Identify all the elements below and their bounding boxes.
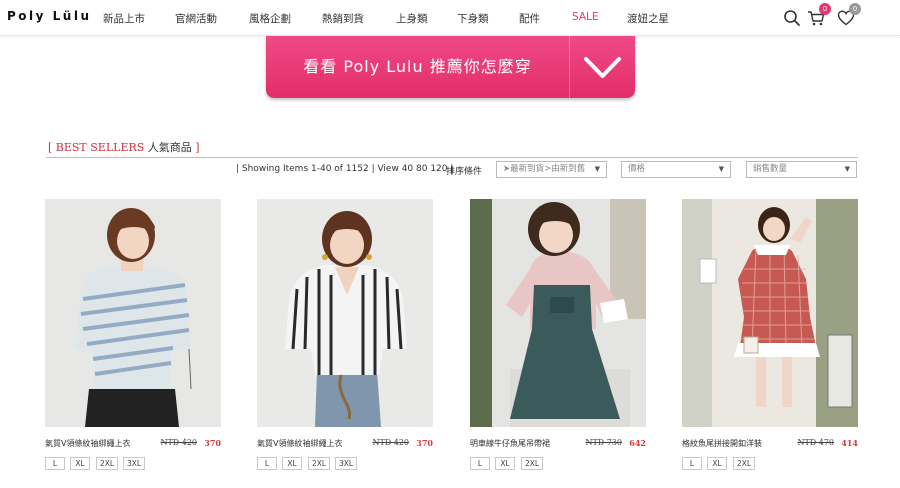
- size-option[interactable]: L: [470, 457, 490, 470]
- price-select-value: 價格: [628, 164, 646, 174]
- recommend-banner-label: 看看 Poly Lulu 推薦你怎麼穿: [303, 57, 532, 76]
- size-option[interactable]: 2XL: [733, 457, 755, 470]
- product-photo[interactable]: [257, 199, 433, 427]
- nav-item-events[interactable]: 官網活動: [175, 11, 217, 26]
- size-option[interactable]: L: [682, 457, 702, 470]
- product-photo[interactable]: [682, 199, 858, 427]
- nav-item-new[interactable]: 新品上市: [103, 11, 145, 26]
- original-price: NTD 470: [797, 438, 834, 447]
- sales-select[interactable]: 銷售數量 ▼: [746, 161, 857, 178]
- product-name[interactable]: 格紋魚尾拼接開釦洋裝: [682, 438, 762, 449]
- sales-select-value: 銷售數量: [753, 164, 788, 174]
- section-title-en: [ BEST SELLERS: [48, 141, 148, 154]
- sale-price: 370: [416, 438, 433, 448]
- product-card[interactable]: 氣質V領條紋袖綁繩上衣 NTD 420 370 L XL 2XL 3XL: [257, 199, 433, 478]
- nav-item-stars[interactable]: 渡妞之星: [627, 11, 669, 26]
- section-divider: [46, 157, 858, 158]
- recommend-banner-button[interactable]: 看看 Poly Lulu 推薦你怎麼穿: [266, 36, 635, 98]
- nav-item-hot[interactable]: 熱銷到貨: [322, 11, 364, 26]
- product-name[interactable]: 氣質V領條紋袖綁繩上衣: [257, 438, 342, 449]
- sale-price: 642: [629, 438, 646, 448]
- size-option[interactable]: 3XL: [335, 457, 357, 470]
- nav-item-bottoms[interactable]: 下身類: [457, 11, 489, 26]
- caret-down-icon: ▼: [844, 165, 850, 173]
- sale-price: 370: [204, 438, 221, 448]
- nav-item-accessories[interactable]: 配件: [519, 11, 540, 26]
- section-title: [ BEST SELLERS 人氣商品 ]: [48, 139, 200, 155]
- product-name[interactable]: 明車線牛仔魚尾吊帶裙: [470, 438, 550, 449]
- chevron-down-icon[interactable]: [570, 36, 635, 98]
- size-option[interactable]: L: [45, 457, 65, 470]
- section-title-end: ]: [191, 141, 200, 154]
- original-price: NTD 420: [160, 438, 197, 447]
- cart-button[interactable]: 0: [807, 3, 831, 30]
- caret-down-icon: ▼: [718, 165, 724, 173]
- logo[interactable]: Poly Lülu: [7, 9, 92, 23]
- sort-label: 排序條件: [446, 167, 483, 177]
- cart-count-badge: 0: [819, 3, 831, 15]
- size-option[interactable]: 3XL: [123, 457, 145, 470]
- product-card[interactable]: 格紋魚尾拼接開釦洋裝 NTD 470 414 L XL 2XL: [682, 199, 858, 478]
- product-photo[interactable]: [470, 199, 646, 427]
- caret-down-icon: ▼: [594, 165, 600, 173]
- product-card[interactable]: 氣質V領條紋袖綁繩上衣 NTD 420 370 L XL 2XL 3XL: [45, 199, 221, 478]
- nav-item-sale[interactable]: SALE: [572, 11, 599, 23]
- original-price: NTD 420: [372, 438, 409, 447]
- sort-select[interactable]: ➤最新到貨>由新到舊 ▼: [496, 161, 607, 178]
- nav-item-tops[interactable]: 上身類: [396, 11, 428, 26]
- sort-select-value: ➤最新到貨>由新到舊: [503, 164, 586, 174]
- size-option[interactable]: 2XL: [521, 457, 543, 470]
- size-option[interactable]: 2XL: [308, 457, 330, 470]
- search-icon[interactable]: [783, 9, 801, 27]
- size-option[interactable]: XL: [495, 457, 515, 470]
- header-icons: 0 0: [780, 3, 900, 30]
- original-price: NTD 730: [585, 438, 622, 447]
- size-option[interactable]: 2XL: [96, 457, 118, 470]
- top-navigation-bar: Poly Lülu 新品上市 官網活動 風格企劃 熱銷到貨 上身類 下身類 配件…: [0, 0, 900, 36]
- nav-item-style[interactable]: 風格企劃: [249, 11, 291, 26]
- sale-price: 414: [841, 438, 858, 448]
- section-title-zh: 人氣商品: [147, 141, 192, 154]
- product-name[interactable]: 氣質V領條紋袖綁繩上衣: [45, 438, 130, 449]
- showing-items-info: | Showing Items 1-40 of 1152 | View 40 8…: [236, 164, 454, 174]
- size-option[interactable]: L: [257, 457, 277, 470]
- product-photo[interactable]: [45, 199, 221, 427]
- product-card[interactable]: 明車線牛仔魚尾吊帶裙 NTD 730 642 L XL 2XL: [470, 199, 646, 478]
- size-option[interactable]: XL: [70, 457, 90, 470]
- wishlist-button[interactable]: 0: [837, 3, 861, 30]
- size-option[interactable]: XL: [707, 457, 727, 470]
- size-option[interactable]: XL: [282, 457, 302, 470]
- wishlist-count-badge: 0: [849, 3, 861, 15]
- price-select[interactable]: 價格 ▼: [621, 161, 731, 178]
